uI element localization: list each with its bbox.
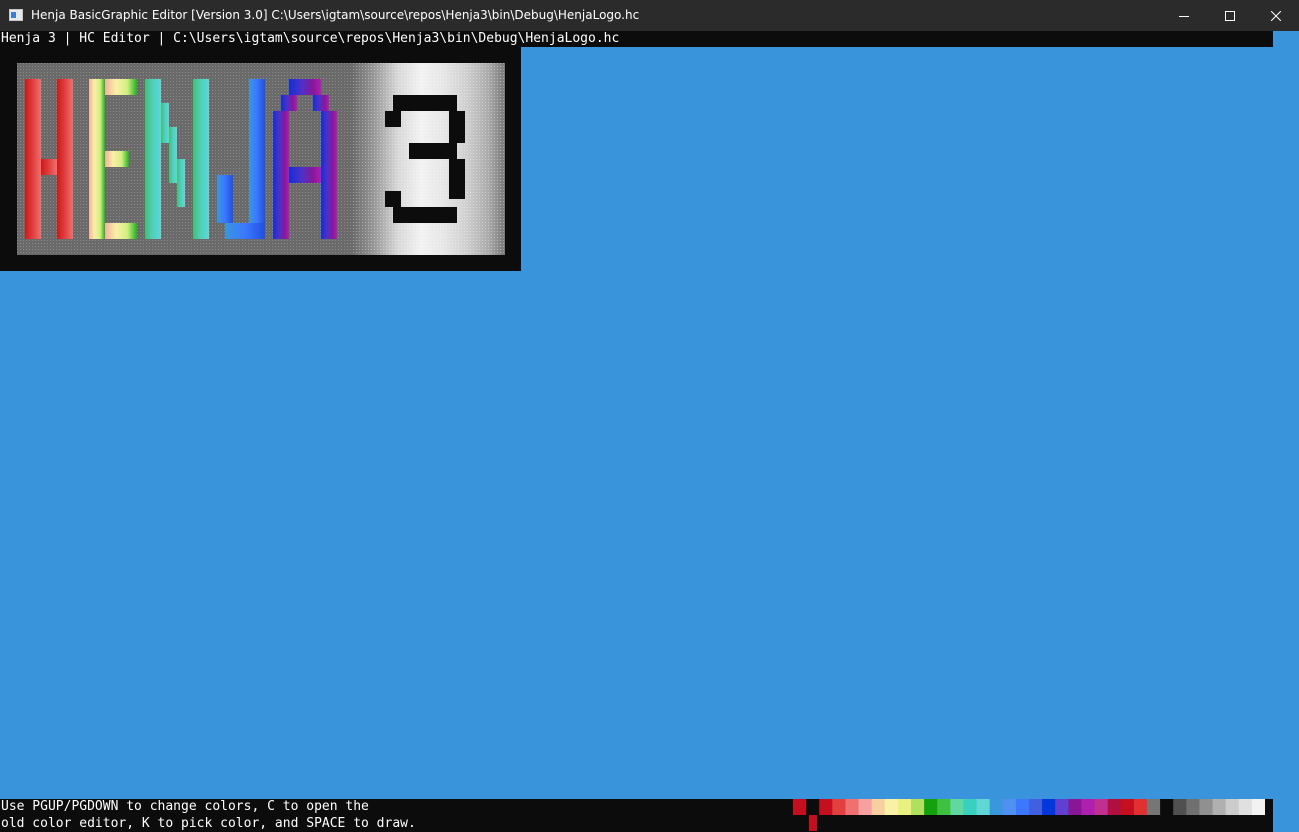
palette-swatch[interactable]	[950, 799, 964, 815]
palette-swatch[interactable]	[1055, 799, 1069, 815]
palette-swatch[interactable]	[1094, 799, 1109, 815]
close-icon	[1271, 10, 1281, 21]
help-text-line-1: Use PGUP/PGDOWN to change colors, C to o…	[1, 799, 369, 814]
palette-swatch[interactable]	[989, 799, 1004, 815]
henja-logo-artwork[interactable]	[17, 63, 505, 255]
palette-swatch[interactable]	[1251, 799, 1265, 815]
palette-swatch[interactable]	[963, 799, 978, 815]
palette-swatch[interactable]	[1160, 799, 1174, 815]
palette-swatch[interactable]	[1029, 799, 1043, 815]
palette-swatch[interactable]	[1002, 799, 1017, 815]
palette-swatch[interactable]	[1147, 799, 1161, 815]
window-title: Henja BasicGraphic Editor [Version 3.0] …	[31, 8, 640, 22]
palette-swatch[interactable]	[911, 799, 925, 815]
palette-swatch[interactable]	[1015, 799, 1030, 815]
palette-swatch[interactable]	[1212, 799, 1227, 815]
palette-swatch[interactable]	[806, 799, 820, 815]
editor-header: Henja 3 | HC Editor | C:\Users\igtam\sou…	[0, 31, 1273, 47]
palette-swatch[interactable]	[884, 799, 899, 815]
editor-header-text: Henja 3 | HC Editor | C:\Users\igtam\sou…	[1, 31, 620, 46]
color-palette[interactable]	[793, 799, 1265, 815]
close-button[interactable]	[1253, 0, 1299, 31]
maximize-icon	[1225, 10, 1235, 21]
window-titlebar: Henja BasicGraphic Editor [Version 3.0] …	[0, 0, 1299, 31]
console-app-icon	[9, 9, 23, 21]
palette-swatch[interactable]	[858, 799, 873, 815]
palette-swatch[interactable]	[1081, 799, 1096, 815]
palette-swatch[interactable]	[1225, 799, 1240, 815]
palette-swatch[interactable]	[924, 799, 938, 815]
palette-swatch[interactable]	[937, 799, 951, 815]
palette-swatch[interactable]	[845, 799, 860, 815]
palette-swatch[interactable]	[1238, 799, 1253, 815]
minimize-button[interactable]	[1161, 0, 1207, 31]
palette-swatch[interactable]	[1199, 799, 1214, 815]
palette-swatch[interactable]	[1173, 799, 1187, 815]
palette-swatch[interactable]	[1107, 799, 1122, 815]
palette-swatch[interactable]	[832, 799, 846, 815]
palette-swatch[interactable]	[1133, 799, 1148, 815]
palette-swatch[interactable]	[976, 799, 991, 815]
help-text-line-2: old color editor, K to pick color, and S…	[1, 816, 416, 831]
palette-selection-cursor	[809, 815, 817, 831]
minimize-icon	[1179, 15, 1189, 17]
maximize-button[interactable]	[1207, 0, 1253, 31]
palette-swatch[interactable]	[819, 799, 833, 815]
palette-swatch[interactable]	[897, 799, 912, 815]
palette-swatch[interactable]	[1120, 799, 1135, 815]
palette-swatch[interactable]	[871, 799, 886, 815]
palette-swatch[interactable]	[1042, 799, 1056, 815]
palette-swatch[interactable]	[793, 799, 807, 815]
palette-swatch[interactable]	[1186, 799, 1200, 815]
palette-swatch[interactable]	[1068, 799, 1082, 815]
